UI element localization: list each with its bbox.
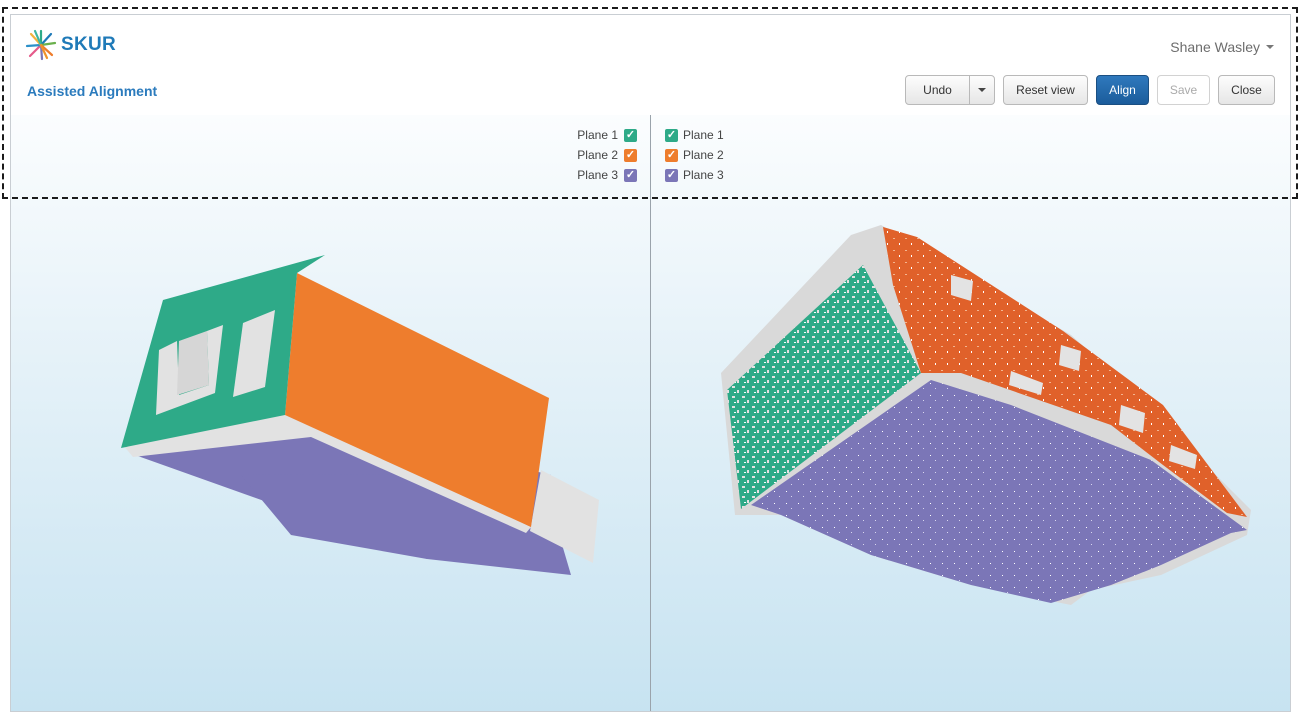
- pointcloud-viewport[interactable]: [651, 115, 1290, 711]
- left-plane-legend: Plane 1 ✓ Plane 2 ✓ Plane 3 ✓: [577, 125, 637, 185]
- user-menu[interactable]: Shane Wasley: [1170, 39, 1274, 55]
- legend-row-plane-2[interactable]: ✓ Plane 2: [665, 145, 724, 165]
- checkbox-checked-icon[interactable]: ✓: [665, 128, 678, 142]
- chevron-down-icon: [978, 88, 986, 92]
- header-bar: SKUR Shane Wasley Assisted Alignment Und…: [11, 15, 1290, 116]
- undo-button[interactable]: Undo: [905, 75, 970, 105]
- legend-row-plane-2[interactable]: Plane 2 ✓: [577, 145, 637, 165]
- legend-label: Plane 3: [577, 168, 618, 182]
- undo-dropdown-button[interactable]: [969, 75, 995, 105]
- user-name: Shane Wasley: [1170, 39, 1260, 55]
- legend-row-plane-3[interactable]: Plane 3 ✓: [577, 165, 637, 185]
- legend-label: Plane 1: [683, 128, 724, 142]
- right-plane-legend: ✓ Plane 1 ✓ Plane 2 ✓ Plane 3: [665, 125, 724, 185]
- checkbox-checked-icon[interactable]: ✓: [624, 128, 637, 142]
- skur-logo-icon: [25, 29, 57, 61]
- legend-label: Plane 1: [577, 128, 618, 142]
- align-button[interactable]: Align: [1096, 75, 1149, 105]
- save-button[interactable]: Save: [1157, 75, 1210, 105]
- viewer-area: Plane 1 ✓ Plane 2 ✓ Plane 3 ✓ ✓ Plane 1 …: [11, 115, 1290, 711]
- page-title: Assisted Alignment: [27, 83, 158, 99]
- checkbox-checked-icon[interactable]: ✓: [624, 148, 637, 162]
- brand-name: SKUR: [61, 34, 117, 55]
- legend-row-plane-1[interactable]: ✓ Plane 1: [665, 125, 724, 145]
- reset-view-button[interactable]: Reset view: [1003, 75, 1088, 105]
- checkbox-checked-icon[interactable]: ✓: [665, 168, 678, 182]
- legend-label: Plane 3: [683, 168, 724, 182]
- legend-label: Plane 2: [683, 148, 724, 162]
- checkbox-checked-icon[interactable]: ✓: [665, 148, 678, 162]
- toolbar: Undo Reset view Align Save Close: [905, 75, 1275, 105]
- window-pane: [177, 331, 209, 395]
- chevron-down-icon: [1266, 45, 1274, 49]
- close-button[interactable]: Close: [1218, 75, 1275, 105]
- legend-row-plane-1[interactable]: Plane 1 ✓: [577, 125, 637, 145]
- model-viewport[interactable]: [11, 115, 650, 711]
- legend-row-plane-3[interactable]: ✓ Plane 3: [665, 165, 724, 185]
- alignment-window: SKUR Shane Wasley Assisted Alignment Und…: [10, 14, 1291, 712]
- checkbox-checked-icon[interactable]: ✓: [624, 168, 637, 182]
- brand-logo[interactable]: SKUR: [25, 29, 116, 61]
- legend-label: Plane 2: [577, 148, 618, 162]
